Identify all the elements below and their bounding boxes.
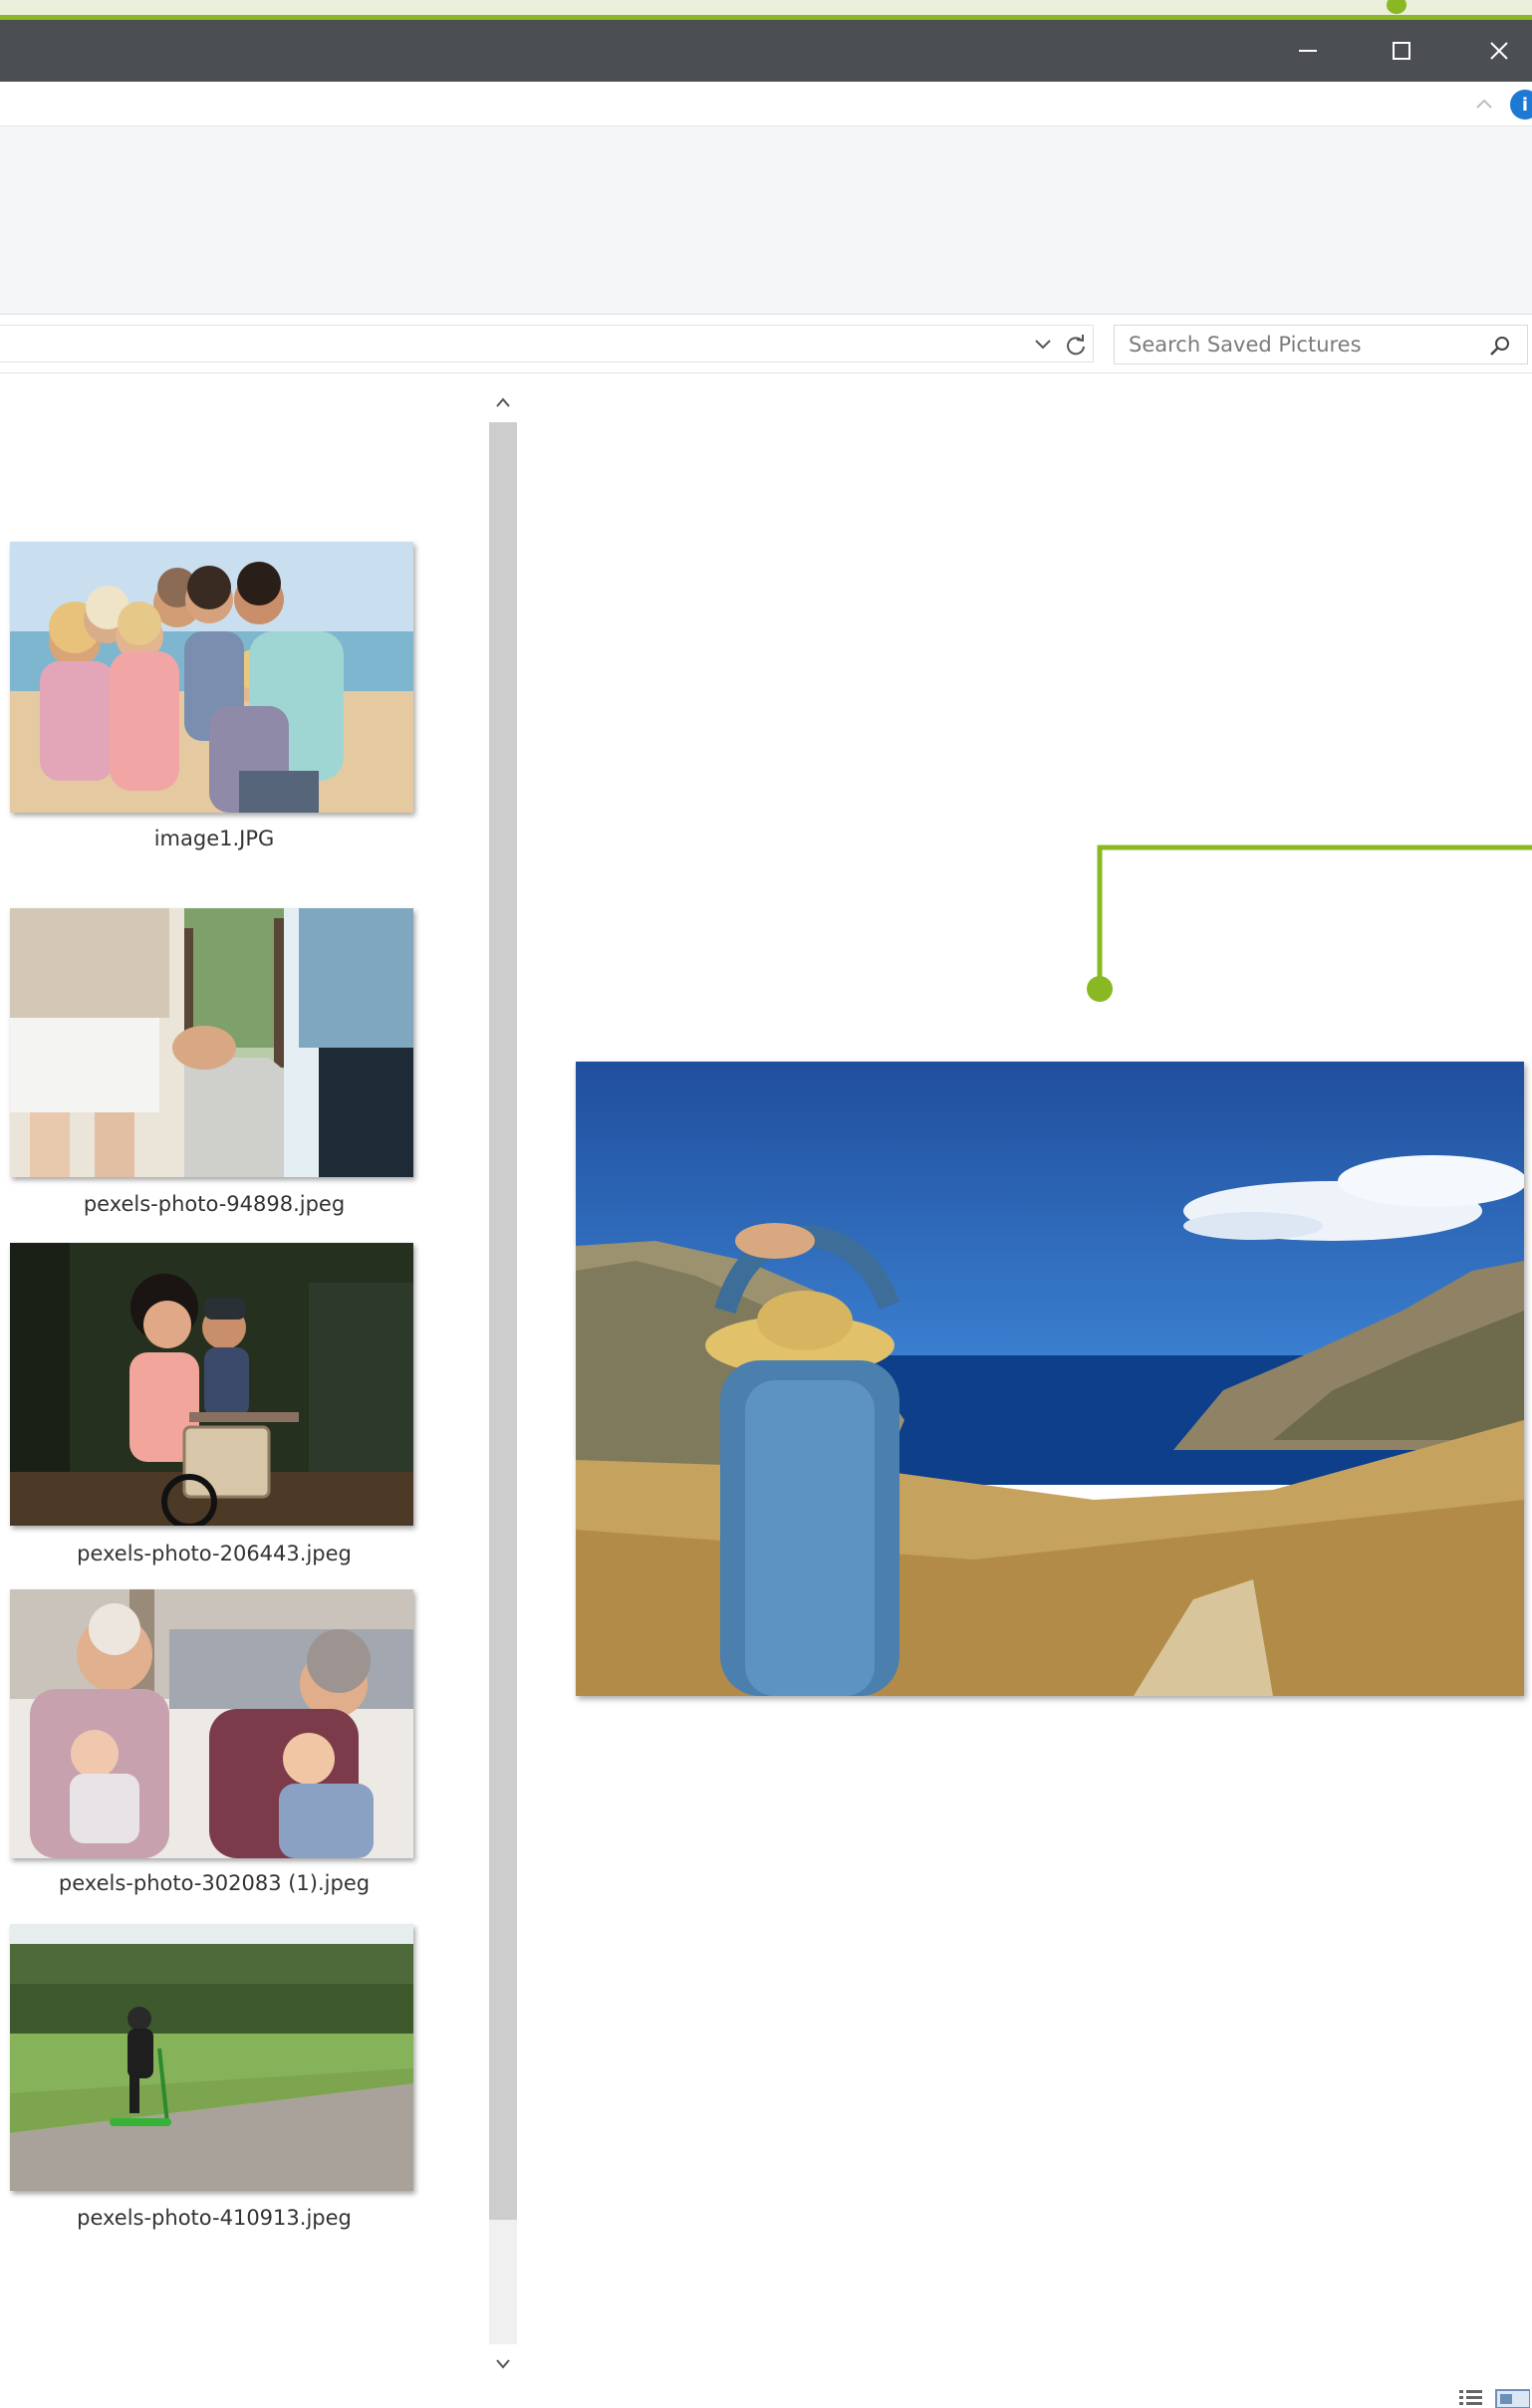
search-box <box>1114 325 1528 364</box>
title-bar <box>0 20 1532 82</box>
details-view-button[interactable] <box>1454 2382 1488 2408</box>
file-name: pexels-photo-94898.jpeg <box>83 1192 346 1216</box>
preview-image <box>576 1062 1524 1696</box>
ribbon-collapse-button[interactable] <box>1470 92 1498 116</box>
chevron-up-icon <box>496 397 510 407</box>
minimize-icon <box>1299 50 1317 52</box>
file-item[interactable]: pexels-photo-410913.jpeg <box>10 1924 413 2230</box>
file-item[interactable]: pexels-photo-302083 (1).jpeg <box>10 1589 413 1895</box>
file-item[interactable]: pexels-photo-206443.jpeg <box>10 1243 413 1565</box>
chevron-down-icon <box>1035 340 1051 350</box>
file-name: pexels-photo-206443.jpeg <box>77 1542 352 1565</box>
file-item[interactable]: image1.JPG <box>10 542 413 850</box>
file-list-pane: image1.JPG pexels-photo-94898.jpeg pexel… <box>0 382 488 2408</box>
scroll-down-button[interactable] <box>486 2344 520 2384</box>
maximize-icon <box>1393 42 1410 60</box>
scroll-up-button[interactable] <box>486 382 520 422</box>
thumbnail-image <box>10 908 413 1177</box>
close-icon <box>1490 42 1508 60</box>
close-button[interactable] <box>1454 20 1532 82</box>
chevron-up-icon <box>1476 99 1492 109</box>
ribbon-body <box>0 126 1532 315</box>
maximize-button[interactable] <box>1357 20 1446 82</box>
refresh-icon <box>1067 335 1085 356</box>
search-icon <box>1490 337 1509 356</box>
chevron-down-icon <box>496 2359 510 2369</box>
file-name: pexels-photo-410913.jpeg <box>77 2206 352 2230</box>
file-name: pexels-photo-302083 (1).jpeg <box>58 1871 371 1895</box>
help-icon[interactable]: i <box>1510 90 1532 120</box>
scroll-thumb[interactable] <box>489 422 517 2220</box>
ribbon-tabs <box>0 82 1532 126</box>
file-list-scrollbar[interactable] <box>486 382 520 2384</box>
minimize-button[interactable] <box>1263 20 1353 82</box>
address-bar[interactable] <box>0 325 1094 362</box>
address-history-button[interactable] <box>1028 332 1058 358</box>
top-accent-bar <box>0 0 1532 20</box>
large-icons-view-button[interactable] <box>1494 2382 1532 2408</box>
file-item[interactable]: pexels-photo-94898.jpeg <box>10 908 413 1216</box>
large-icons-view-icon <box>1495 2389 1530 2408</box>
search-button[interactable] <box>1487 333 1513 359</box>
thumbnail-image <box>10 1589 413 1858</box>
details-view-icon <box>1459 2390 1482 2405</box>
file-name: image1.JPG <box>153 827 275 850</box>
refresh-button[interactable] <box>1060 331 1092 359</box>
search-input[interactable] <box>1129 326 1467 363</box>
thumbnail-image <box>10 542 413 813</box>
thumbnail-image <box>10 1924 413 2191</box>
thumbnail-image <box>10 1243 413 1526</box>
